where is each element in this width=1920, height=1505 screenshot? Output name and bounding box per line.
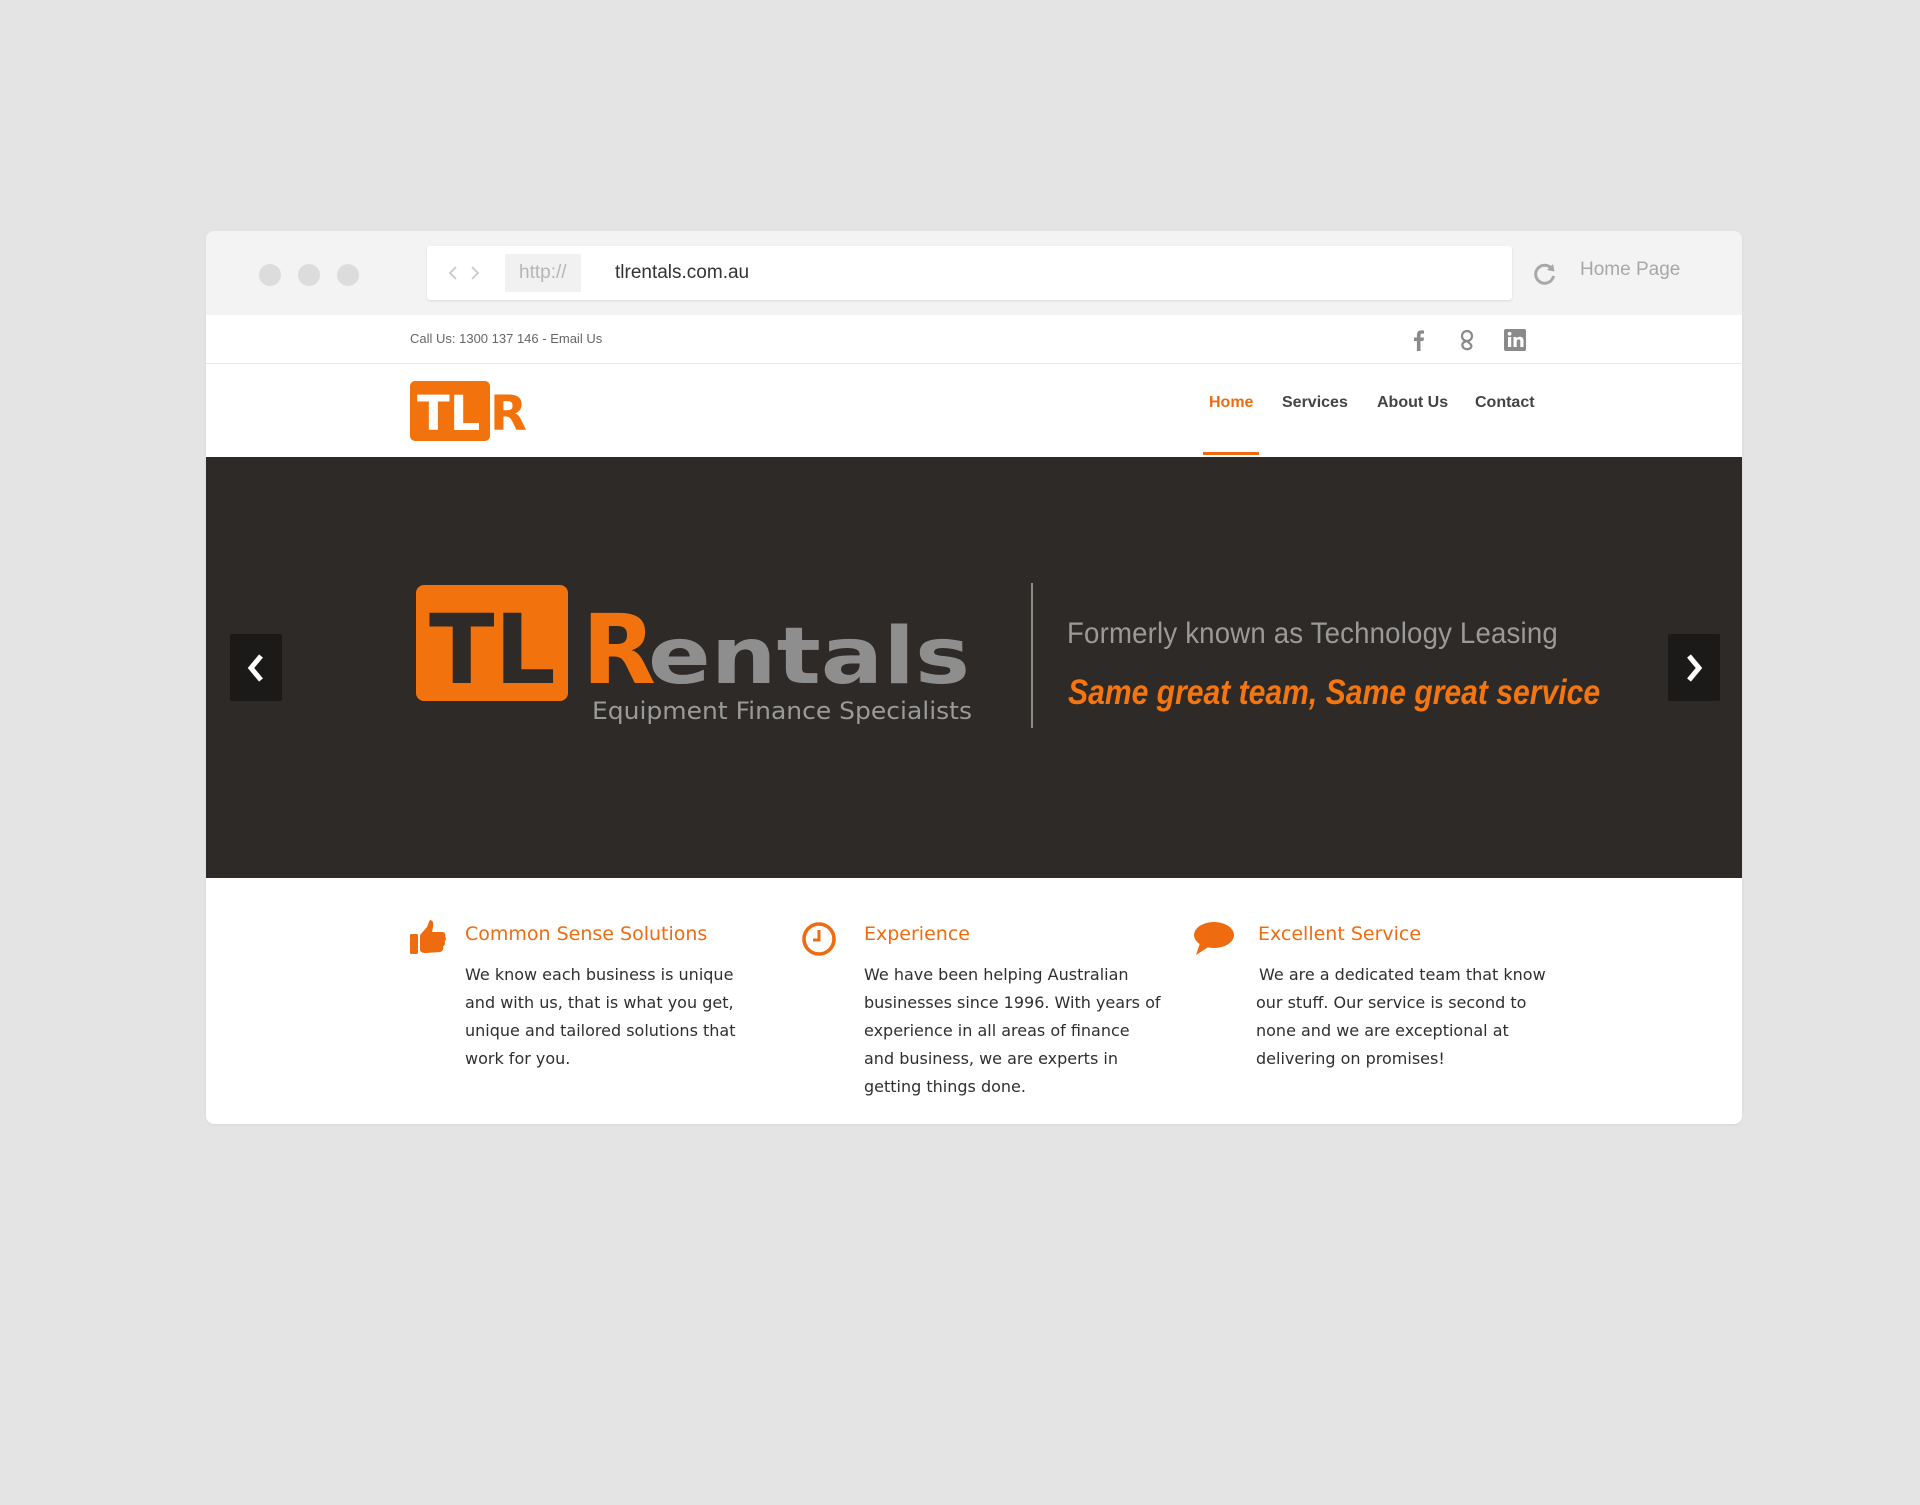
hero-logo-entals: entals [648, 612, 970, 702]
nav-services[interactable]: Services [1282, 394, 1348, 412]
feature-body: We know each business is unique and with… [465, 965, 736, 1068]
feature-title: Common Sense Solutions [465, 923, 708, 945]
hero-divider [1031, 583, 1033, 728]
window-maximize-button[interactable] [337, 264, 359, 286]
clock-icon [802, 922, 836, 956]
hero-slider: TL R entals Equipment Finance Specialist… [206, 457, 1742, 878]
hero-logo-r: R [582, 594, 656, 706]
hero-brand-logo: TL R entals Equipment Finance Specialist… [416, 585, 972, 725]
hero-tagline: Same great team, Same great service [1068, 673, 1601, 712]
feature-body: We have been helping Australian business… [864, 965, 1161, 1096]
url-protocol: http:// [505, 254, 581, 292]
nav-active-indicator [1203, 452, 1259, 455]
site-logo[interactable]: TL R [410, 381, 532, 441]
top-contact-bar: Call Us: 1300 137 146 - Email Us [206, 315, 1742, 364]
speech-bubble-icon [1194, 922, 1234, 955]
logo-r-text: R [490, 386, 527, 441]
facebook-icon[interactable] [1406, 327, 1432, 353]
address-bar[interactable]: http:// tlrentals.com.au [427, 246, 1512, 300]
slider-next-button[interactable] [1668, 634, 1720, 701]
browser-window: http:// tlrentals.com.au Home Page Call … [206, 231, 1742, 1124]
nav-contact[interactable]: Contact [1475, 394, 1535, 412]
logo-tl-text: TL [417, 386, 480, 441]
feature-title: Experience [864, 923, 970, 945]
browser-chrome: http:// tlrentals.com.au Home Page [206, 231, 1742, 315]
reload-icon[interactable] [1532, 261, 1558, 287]
contact-text[interactable]: Call Us: 1300 137 146 - Email Us [410, 315, 602, 363]
feature-title: Excellent Service [1258, 923, 1422, 945]
linkedin-icon[interactable] [1502, 327, 1528, 353]
hero-logo-subtitle: Equipment Finance Specialists [592, 697, 972, 725]
home-page-button[interactable]: Home Page [1580, 259, 1680, 281]
hero-logo-tl: TL [429, 594, 556, 706]
back-arrow-icon[interactable] [447, 264, 459, 282]
thumbs-up-icon [410, 920, 446, 954]
forward-arrow-icon[interactable] [469, 264, 481, 282]
url-text[interactable]: tlrentals.com.au [615, 246, 749, 300]
google-plus-icon[interactable] [1454, 327, 1480, 353]
window-close-button[interactable] [259, 264, 281, 286]
nav-about-us[interactable]: About Us [1377, 394, 1448, 412]
nav-home[interactable]: Home [1209, 394, 1253, 412]
slider-prev-button[interactable] [230, 634, 282, 701]
window-minimize-button[interactable] [298, 264, 320, 286]
site-header: TL R Home Services About Us Contact [206, 364, 1742, 457]
feature-body: We are a dedicated team that know our st… [1256, 965, 1546, 1068]
chevron-right-icon [1687, 654, 1703, 682]
hero-formerly-text: Formerly known as Technology Leasing [1067, 617, 1558, 650]
history-nav [447, 260, 481, 286]
chevron-left-icon [247, 654, 263, 682]
